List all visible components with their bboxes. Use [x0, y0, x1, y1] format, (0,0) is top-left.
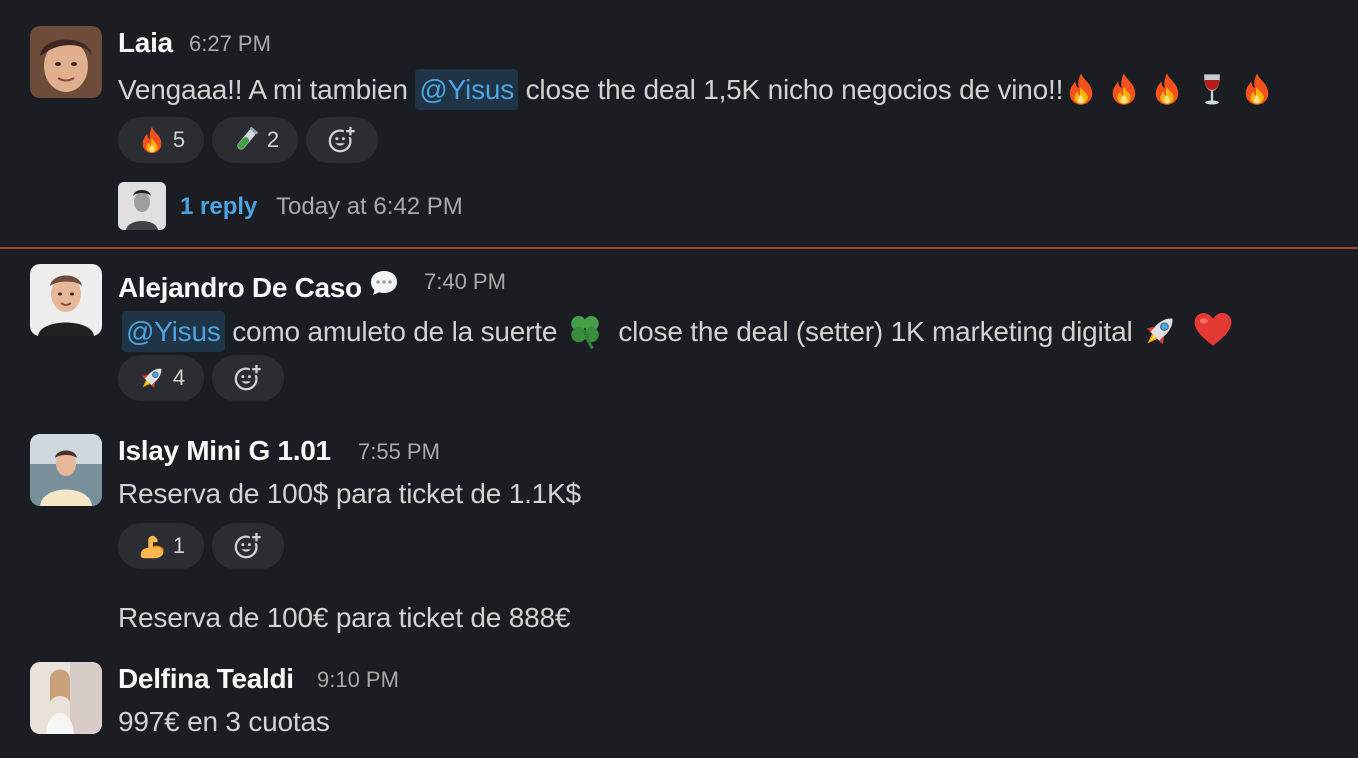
wine-glass-emoji — [1194, 71, 1230, 107]
author-name[interactable]: Islay Mini G 1.01 — [118, 437, 331, 465]
fire-emoji — [1239, 71, 1275, 107]
mention-yisus[interactable]: @Yisus — [122, 311, 225, 352]
reaction-count: 4 — [172, 365, 186, 390]
fire-emoji — [1063, 71, 1099, 107]
message-text: 997€ en 3 cuotas — [118, 706, 330, 737]
add-reaction-icon — [327, 125, 357, 155]
rocket-emoji — [1140, 311, 1180, 351]
fire-emoji — [1149, 71, 1185, 107]
flexed-biceps-emoji — [137, 531, 167, 561]
reaction-count: 1 — [172, 533, 186, 558]
author-name[interactable]: Alejandro De Caso — [118, 267, 400, 302]
text-segment: Vengaaa!! A mi tambien — [118, 74, 416, 105]
new-messages-divider — [0, 247, 1358, 249]
reaction-test-tube[interactable]: 2 — [212, 117, 298, 163]
author-name[interactable]: Laia — [118, 29, 173, 57]
message-text: Vengaaa!! A mi tambien @Yisus close the … — [118, 69, 1275, 110]
add-reaction-button[interactable] — [212, 523, 284, 569]
reaction-fire[interactable]: 5 — [118, 117, 204, 163]
red-heart-emoji — [1192, 309, 1234, 351]
message-text: Reserva de 100$ para ticket de 1.1K$ — [118, 478, 581, 509]
text-segment: close the deal (setter) 1K marketing dig… — [610, 316, 1141, 347]
add-reaction-icon — [233, 531, 263, 561]
timestamp[interactable]: 9:10 PM — [317, 669, 399, 691]
author-name-text[interactable]: Alejandro De Caso — [118, 272, 362, 303]
text-segment: como amuleto de la suerte — [224, 316, 565, 347]
message-text: Reserva de 100€ para ticket de 888€ — [118, 602, 571, 633]
four-leaf-clover-emoji — [565, 311, 605, 351]
avatar[interactable] — [30, 662, 102, 734]
add-reaction-button[interactable] — [306, 117, 378, 163]
reaction-count: 2 — [266, 127, 280, 152]
fire-emoji — [137, 125, 167, 155]
mention-yisus[interactable]: @Yisus — [415, 69, 519, 110]
add-reaction-button[interactable] — [212, 355, 284, 401]
thread-reply-avatar[interactable] — [118, 182, 166, 230]
thread-reply-link[interactable]: 1 reply — [180, 195, 257, 219]
add-reaction-icon — [233, 363, 263, 393]
test-tube-emoji — [231, 125, 261, 155]
fire-emoji — [1106, 71, 1142, 107]
rocket-emoji — [137, 363, 167, 393]
reaction-flexed-biceps[interactable]: 1 — [118, 523, 204, 569]
author-name[interactable]: Delfina Tealdi — [118, 665, 294, 693]
timestamp[interactable]: 7:55 PM — [358, 441, 440, 463]
timestamp[interactable]: 7:40 PM — [424, 271, 506, 293]
reaction-rocket[interactable]: 4 — [118, 355, 204, 401]
speech-bubble-icon — [368, 267, 400, 299]
message-text: @Yisus como amuleto de la suerte close t… — [122, 309, 1234, 352]
thread-reply-time: Today at 6:42 PM — [276, 193, 463, 220]
reaction-count: 5 — [172, 127, 186, 152]
avatar[interactable] — [30, 26, 102, 98]
avatar[interactable] — [30, 434, 102, 506]
timestamp[interactable]: 6:27 PM — [189, 33, 271, 55]
avatar[interactable] — [30, 264, 102, 336]
text-segment: close the deal 1,5K nicho negocios de vi… — [518, 74, 1064, 105]
